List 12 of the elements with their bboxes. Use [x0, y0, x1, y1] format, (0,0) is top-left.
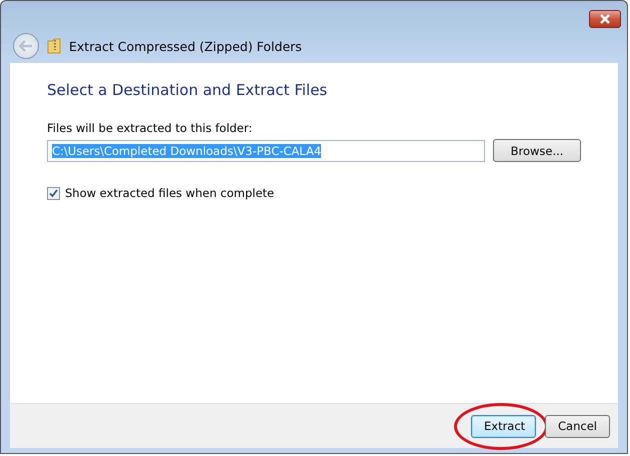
checkbox-label: Show extracted files when complete	[65, 186, 274, 200]
cancel-button[interactable]: Cancel	[545, 414, 610, 438]
back-arrow-icon	[19, 40, 33, 52]
field-label: Files will be extracted to this folder:	[47, 121, 254, 135]
close-icon	[599, 14, 611, 24]
page-heading: Select a Destination and Extract Files	[47, 81, 328, 99]
zipped-folder-icon	[47, 38, 61, 54]
close-button[interactable]	[589, 10, 621, 28]
extract-button[interactable]: Extract	[471, 414, 536, 438]
window-title: Extract Compressed (Zipped) Folders	[69, 38, 302, 54]
checkbox[interactable]	[47, 186, 60, 200]
browse-button[interactable]: Browse...	[493, 139, 581, 162]
